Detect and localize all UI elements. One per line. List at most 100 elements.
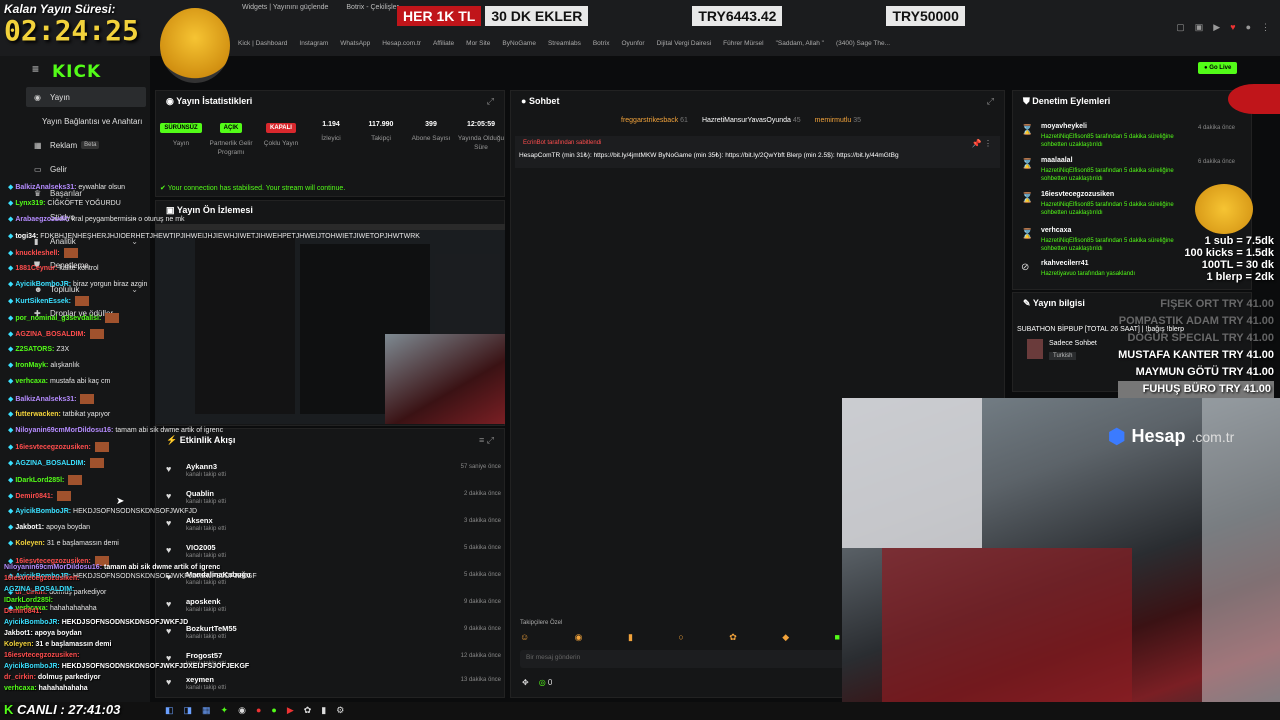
emote-icon[interactable]: ○: [678, 632, 683, 643]
chat-message: ◆ Jakbot1: apoya boydan: [8, 523, 90, 531]
emote-icon[interactable]: ◆: [782, 632, 789, 643]
app-icon[interactable]: ●: [256, 705, 261, 716]
bookmark[interactable]: ByNoGame: [502, 40, 536, 47]
overlay-chat-line: dr_cirkin: dolmuş parkediyor: [4, 674, 101, 681]
sidebar-item-gelir[interactable]: ▭ Gelir: [26, 159, 146, 179]
category-name[interactable]: Sadece Sohbet: [1049, 340, 1097, 347]
app-icon[interactable]: ◉: [238, 705, 246, 716]
app-icon[interactable]: ▶: [287, 705, 294, 716]
chat-username[interactable]: Jakbot1:: [15, 524, 44, 531]
bookmark[interactable]: Oyunfor: [621, 40, 644, 47]
heart-icon[interactable]: ♥: [1230, 22, 1235, 33]
cursor-icon: ➤: [116, 496, 125, 507]
emote-icon[interactable]: ◉: [575, 632, 583, 643]
extension-icon[interactable]: ▢: [1176, 22, 1185, 33]
bookmark[interactable]: Hesap.com.tr: [382, 40, 421, 47]
live-uptime: K CANLI : 27:41:03: [4, 702, 121, 717]
stream-preview[interactable]: [155, 224, 505, 424]
chat-username[interactable]: IronMayk:: [15, 362, 48, 369]
bookmark[interactable]: WhatsApp: [340, 40, 370, 47]
chat-message: ◆ por_nominal_g3sevdalisi:: [8, 312, 120, 323]
chat-username[interactable]: AGZINA_BOSALDIM:: [15, 460, 85, 467]
bookmark[interactable]: Kick | Dashboard: [238, 40, 287, 47]
donor-list: FIŞEK ORT TRY 41.00 POMPASTIK ADAM TRY 4…: [1118, 296, 1274, 398]
app-icon[interactable]: ◨: [184, 705, 193, 716]
filter-icon[interactable]: ≡ ⤢: [479, 435, 494, 446]
sidebar-item-reklam[interactable]: ▦ Reklam Beta: [26, 135, 146, 155]
chat-username[interactable]: IDarkLord285l:: [15, 476, 64, 483]
chat-text: biraz yorgun biraz azgin: [73, 281, 148, 289]
browser-tab[interactable]: Botrix - Çekilişler: [346, 4, 399, 11]
app-icon[interactable]: ▮: [321, 705, 326, 716]
chat-username[interactable]: Arabaegzozudit:: [15, 216, 69, 223]
extension-icon[interactable]: ▶: [1213, 22, 1220, 33]
status-badge: SÜRÜNSÜZ: [160, 123, 202, 133]
gear-icon[interactable]: ⚙: [336, 705, 344, 716]
expand-icon[interactable]: ⤢: [487, 96, 494, 107]
settings-icon[interactable]: ✥: [522, 678, 529, 687]
kick-logo[interactable]: KICK: [52, 62, 101, 82]
bookmark[interactable]: Dijital Vergi Dairesi: [657, 40, 712, 47]
chat-message: ◆ BalkizAnalseks31:: [8, 393, 95, 404]
preview-title: ▣ Yayın Ön İzlemesi: [166, 205, 253, 215]
chat-username[interactable]: Z2SATORS:: [15, 346, 54, 353]
chat-username[interactable]: KurtSikenEssek:: [15, 298, 71, 305]
emote-icon[interactable]: ▮: [628, 632, 633, 643]
chat-username[interactable]: Demir0841:: [15, 493, 53, 500]
app-icon[interactable]: ◧: [165, 705, 174, 716]
overlay-chat-line: Jakbot1: apoya boydan: [4, 630, 82, 637]
emote-image: [57, 490, 72, 501]
sponsor-logo: ⬢ Hesap .com.tr: [1108, 426, 1235, 448]
stat-subs: 399 Abone Sayısı: [411, 121, 451, 142]
pin-icon[interactable]: 📌 ⋮: [972, 139, 992, 148]
expand-icon[interactable]: ⤢: [987, 96, 994, 107]
bookmark[interactable]: Führer Mürsel: [723, 40, 763, 47]
timeout-icon: ⌛: [1021, 229, 1034, 240]
chat-username[interactable]: knuckleshell:: [15, 250, 59, 257]
pinned-message[interactable]: EcrinBot tarafından sabitlendi HesapComT…: [515, 136, 1000, 168]
bookmark[interactable]: (3400) Sage The...: [836, 40, 890, 47]
emote-icon[interactable]: ✿: [729, 632, 737, 643]
chat-username[interactable]: togi34:: [15, 233, 38, 240]
bookmark[interactable]: Mor Site: [466, 40, 490, 47]
chat-username[interactable]: BalkizAnalseks31:: [15, 395, 76, 402]
chat-username[interactable]: 16iesvtecegzozusiken:: [15, 444, 90, 451]
bookmark[interactable]: Botrix: [593, 40, 610, 47]
app-icon[interactable]: ●: [271, 705, 276, 716]
browser-tab[interactable]: Widgets | Yayınını güçlende: [242, 4, 328, 11]
subathon-timer: Kalan Yayın Süresi: 02:24:25: [4, 2, 139, 47]
chat-username[interactable]: 1881Ceynur:: [15, 265, 57, 272]
go-live-button[interactable]: ● Go Live: [1198, 62, 1238, 74]
chat-username[interactable]: AyicikBomboJR:: [15, 508, 71, 515]
menu-icon[interactable]: ⋮: [1261, 22, 1270, 33]
app-icon[interactable]: ✦: [221, 705, 229, 716]
sidebar-item-yayin[interactable]: ◉ Yayın: [26, 87, 146, 107]
chat-username[interactable]: futterwacken:: [15, 411, 61, 418]
bookmark[interactable]: Streamlabs: [548, 40, 581, 47]
extension-icon[interactable]: ▣: [1195, 22, 1204, 33]
app-icon[interactable]: ▦: [202, 705, 211, 716]
hamburger-icon[interactable]: ≡: [32, 62, 39, 76]
gifter-name: freggarstrikesback: [621, 117, 679, 124]
chat-username[interactable]: BalkizAnalseks31:: [15, 184, 76, 191]
chat-title: ● Sohbet: [521, 96, 560, 106]
list-item: ♥ Aksenx kanalı takip etti 3 dakika önce: [166, 516, 501, 532]
chat-username[interactable]: Koleyen:: [15, 540, 45, 547]
chat-username[interactable]: verhcaxa:: [15, 378, 48, 385]
goal-current: TRY6443.42: [692, 6, 783, 26]
overlay-chat-line: AyicikBomboJR: HEKDJSOFNSODNSKDNSOFJWKFJ…: [4, 619, 189, 626]
chat-username[interactable]: Niloyanin69cmMorDildosu16:: [15, 427, 113, 434]
bookmark[interactable]: "Saddam, Allah ": [776, 40, 824, 47]
chat-username[interactable]: Lynx319:: [15, 200, 45, 207]
bookmark[interactable]: Affiliate: [433, 40, 454, 47]
profile-icon[interactable]: ●: [1246, 22, 1251, 33]
emote-icon[interactable]: ■: [835, 632, 840, 643]
chat-username[interactable]: AyicikBomboJR:: [15, 281, 71, 288]
sidebar-item-stream-key[interactable]: Yayın Bağlantısı ve Anahtarı: [26, 111, 146, 131]
emote-icon[interactable]: ☺: [520, 632, 529, 643]
chat-username[interactable]: por_nominal_g3sevdalisi:: [15, 314, 101, 321]
chat-username[interactable]: AGZINA_BOSALDIM:: [15, 331, 85, 338]
status-badge: KAPALI: [266, 123, 296, 133]
bookmark[interactable]: Instagram: [299, 40, 328, 47]
app-icon[interactable]: ✿: [304, 705, 312, 716]
